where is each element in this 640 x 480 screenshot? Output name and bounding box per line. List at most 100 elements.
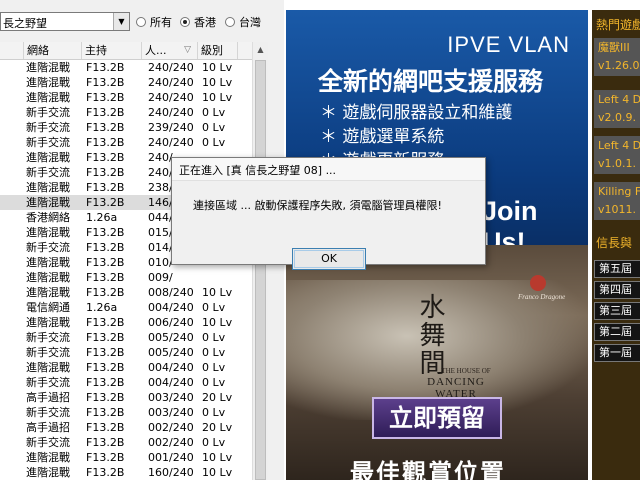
cell-level: 0 Lv [202, 406, 226, 419]
column-header-players-label: 人... [145, 44, 167, 57]
dialog-title-bar[interactable]: 正在進入 [真 信長之野望 08] ... [172, 158, 485, 181]
cell-host: F13.2B [86, 181, 125, 194]
cell-network: 進階混戰 [26, 316, 70, 329]
cell-host: F13.2B [86, 241, 125, 254]
cell-host: F13.2B [86, 361, 125, 374]
ad-headline: 全新的網吧支援服務 [318, 67, 544, 96]
filter-radio-hk[interactable]: 香港 [180, 14, 216, 30]
table-row[interactable]: 新手交流 F13.2B 239/240 0 Lv [0, 120, 252, 135]
cell-players: 009/ [148, 271, 173, 284]
cell-level: 10 Lv [202, 451, 233, 464]
hot-game-version: v1.0.1. [598, 157, 636, 170]
show-subtitle: THE HOUSE OF [441, 367, 491, 375]
cell-host: F13.2B [86, 346, 125, 359]
season-link[interactable]: 第四屆 [594, 281, 640, 299]
radio-selected-icon[interactable] [180, 17, 190, 27]
cell-players: 006/240 [148, 316, 194, 329]
table-row[interactable]: 進階混戰 F13.2B 008/240 10 Lv [0, 285, 252, 300]
table-row[interactable]: 進階混戰 F13.2B 009/ [0, 270, 252, 285]
column-header-network[interactable]: 網絡 [24, 42, 82, 59]
hot-game-item[interactable]: 魔獸III v1.26.0 [594, 38, 640, 76]
table-row[interactable]: 新手交流 F13.2B 005/240 0 Lv [0, 330, 252, 345]
season-link[interactable]: 第五屆 [594, 260, 640, 278]
season-link[interactable]: 第一屆 [594, 344, 640, 362]
column-header-level[interactable]: 級別 [198, 42, 238, 59]
cell-host: F13.2B [86, 286, 125, 299]
cell-network: 進階混戰 [26, 256, 70, 269]
cell-level: 10 Lv [202, 91, 233, 104]
game-select-dropdown[interactable]: 長之野望 ▼ [0, 12, 130, 31]
table-row[interactable]: 新手交流 F13.2B 002/240 0 Lv [0, 435, 252, 450]
cell-level: 20 Lv [202, 391, 233, 404]
book-now-button[interactable]: 立即預留 [372, 397, 502, 439]
filter-radio-label: 香港 [194, 16, 216, 29]
nobunaga-section-title: 信長與 [596, 236, 633, 250]
chevron-down-icon[interactable]: ▼ [113, 13, 129, 30]
column-header-players[interactable]: 人... ▽ [142, 42, 198, 59]
filter-radio-label: 台灣 [239, 16, 261, 29]
hot-game-item[interactable]: Left 4 D v2.0.9. [594, 90, 640, 128]
cell-level: 0 Lv [202, 301, 226, 314]
scroll-up-icon[interactable]: ▲ [253, 42, 268, 58]
ad-bullet-text: 遊戲選單系統 [342, 127, 445, 147]
table-row[interactable]: 新手交流 F13.2B 240/240 0 Lv [0, 135, 252, 150]
table-row[interactable]: 新手交流 F13.2B 004/240 0 Lv [0, 375, 252, 390]
cell-host: F13.2B [86, 376, 125, 389]
cell-players: 003/240 [148, 391, 194, 404]
hot-games-title: 熱門遊戲 [596, 18, 640, 32]
error-dialog: 正在進入 [真 信長之野望 08] ... 連接區域 ... 啟動保護程序失敗,… [171, 157, 486, 270]
cell-players: 002/240 [148, 421, 194, 434]
scrollbar-thumb[interactable] [255, 60, 266, 480]
radio-icon[interactable] [225, 17, 235, 27]
table-row[interactable]: 高手過招 F13.2B 003/240 20 Lv [0, 390, 252, 405]
cell-level: 0 Lv [202, 376, 226, 389]
filter-radio-tw[interactable]: 台灣 [225, 14, 261, 30]
cell-host: F13.2B [86, 391, 125, 404]
cell-host: F13.2B [86, 406, 125, 419]
season-link[interactable]: 第二屆 [594, 323, 640, 341]
table-row[interactable]: 進階混戰 F13.2B 240/240 10 Lv [0, 90, 252, 105]
cell-network: 高手過招 [26, 421, 70, 434]
table-row[interactable]: 進階混戰 F13.2B 160/240 10 Lv [0, 465, 252, 480]
filter-radio-all[interactable]: 所有 [136, 14, 172, 30]
sort-desc-icon: ▽ [184, 45, 191, 55]
cell-network: 新手交流 [26, 136, 70, 149]
cell-host: 1.26a [86, 301, 118, 314]
cell-host: F13.2B [86, 451, 125, 464]
cell-host: F13.2B [86, 226, 125, 239]
table-row[interactable]: 進階混戰 F13.2B 004/240 0 Lv [0, 360, 252, 375]
cell-network: 新手交流 [26, 166, 70, 179]
ok-button[interactable]: OK [292, 248, 366, 270]
table-row[interactable]: 進階混戰 F13.2B 240/240 10 Lv [0, 60, 252, 75]
column-header-host[interactable]: 主持 [82, 42, 142, 59]
bullet-star-icon: ＊ [320, 103, 343, 123]
table-row[interactable]: 進階混戰 F13.2B 001/240 10 Lv [0, 450, 252, 465]
dialog-message: 連接區域 ... 啟動保護程序失敗, 須電腦管理員權限! [193, 199, 442, 212]
table-row[interactable]: 高手過招 F13.2B 002/240 20 Lv [0, 420, 252, 435]
cell-level: 20 Lv [202, 421, 233, 434]
cell-players: 005/240 [148, 346, 194, 359]
hot-game-item[interactable]: Killing F v1011. [594, 182, 640, 220]
table-row[interactable]: 新手交流 F13.2B 005/240 0 Lv [0, 345, 252, 360]
cell-host: F13.2B [86, 256, 125, 269]
table-row[interactable]: 進階混戰 F13.2B 240/240 10 Lv [0, 75, 252, 90]
cell-players: 240/240 [148, 106, 194, 119]
radio-icon[interactable] [136, 17, 146, 27]
table-row[interactable]: 新手交流 F13.2B 240/240 0 Lv [0, 105, 252, 120]
cell-network: 進階混戰 [26, 451, 70, 464]
cell-network: 新手交流 [26, 436, 70, 449]
table-row[interactable]: 新手交流 F13.2B 003/240 0 Lv [0, 405, 252, 420]
hot-game-version: v1011. [598, 203, 637, 216]
table-row[interactable]: 電信網通 1.26a 004/240 0 Lv [0, 300, 252, 315]
cell-host: F13.2B [86, 166, 125, 179]
season-link[interactable]: 第三屆 [594, 302, 640, 320]
dancing-water-ad[interactable]: Franco Dragone 水舞間 THE HOUSE OF DANCING … [286, 245, 588, 480]
hot-game-item[interactable]: Left 4 D v1.0.1. [594, 136, 640, 174]
column-header-blank[interactable] [0, 42, 24, 59]
hot-game-version: v1.26.0 [598, 59, 640, 72]
cell-host: F13.2B [86, 76, 125, 89]
cell-network: 進階混戰 [26, 61, 70, 74]
cell-players: 240/240 [148, 61, 194, 74]
show-name-line: DANCING [427, 376, 485, 388]
table-row[interactable]: 進階混戰 F13.2B 006/240 10 Lv [0, 315, 252, 330]
